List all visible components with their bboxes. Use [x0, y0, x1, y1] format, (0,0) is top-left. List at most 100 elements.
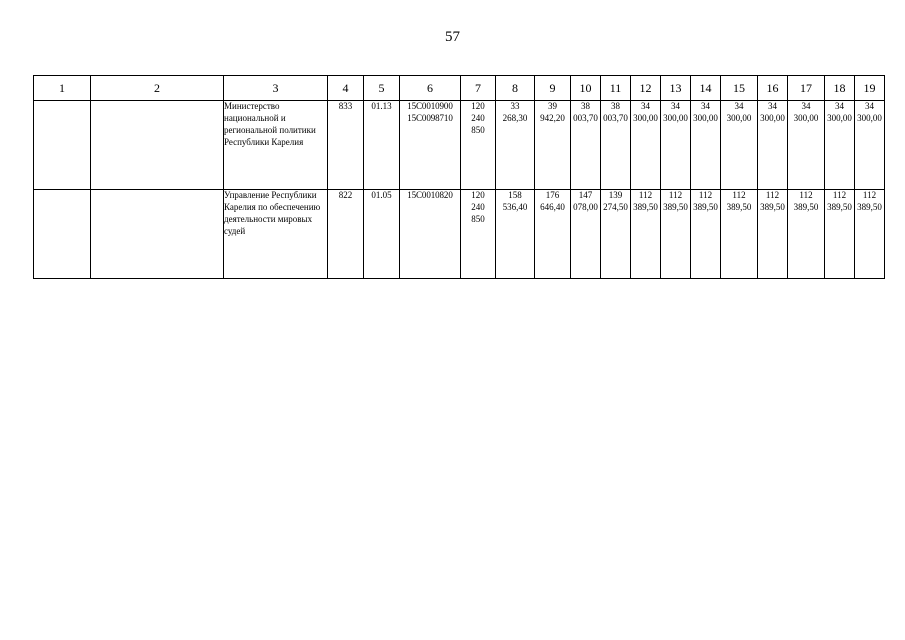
cell-col10-line2: 078,00: [573, 201, 598, 212]
column-header-16: 16: [757, 75, 788, 101]
document-page: 57 1 2 3 4 5 6 7 8 9 10 11 12 13 14 15 1…: [0, 0, 905, 640]
column-header-10: 10: [570, 75, 601, 101]
cell-col19: 34 300,00: [854, 100, 885, 190]
cell-col15: 34 300,00: [720, 100, 758, 190]
cell-col18-line1: 34: [835, 101, 844, 111]
cell-col9-line1: 39: [548, 101, 557, 111]
column-header-11: 11: [600, 75, 631, 101]
cell-col15-line1: 112: [732, 190, 746, 200]
cell-col11: 38 003,70: [600, 100, 631, 190]
table-row: Министерство национальной и региональной…: [33, 100, 885, 190]
cell-col17-line2: 300,00: [793, 112, 819, 123]
cell-col19: 112 389,50: [854, 189, 885, 279]
cell-col14: 34 300,00: [690, 100, 721, 190]
cell-col11-line1: 38: [611, 101, 620, 111]
cell-col7-line2: 240: [471, 201, 485, 212]
cell-col15: 112 389,50: [720, 189, 758, 279]
cell-col8: 33 268,30: [495, 100, 535, 190]
cell-col5: 01.13: [363, 100, 400, 190]
cell-col7-line2: 240: [471, 112, 485, 123]
cell-col13-line1: 34: [671, 101, 680, 111]
cell-organization-name: Управление Республики Карелия по обеспеч…: [223, 189, 328, 279]
cell-col16-line1: 34: [768, 101, 777, 111]
table-header-row: 1 2 3 4 5 6 7 8 9 10 11 12 13 14 15 16 1…: [33, 75, 885, 101]
cell-col4: 833: [327, 100, 364, 190]
cell-organization-name: Министерство национальной и региональной…: [223, 100, 328, 190]
cell-col13-line2: 300,00: [663, 112, 688, 123]
cell-col8-line1: 33: [510, 101, 520, 111]
cell-col12: 112 389,50: [630, 189, 661, 279]
cell-col10: 38 003,70: [570, 100, 601, 190]
column-header-12: 12: [630, 75, 661, 101]
cell-col16-line2: 389,50: [760, 201, 785, 212]
cell-col1: [33, 189, 91, 279]
cell-col9-line2: 942,20: [540, 112, 565, 123]
cell-col15-line2: 389,50: [726, 201, 752, 212]
cell-col7: 120 240 850: [460, 100, 496, 190]
column-header-18: 18: [824, 75, 855, 101]
cell-col19-line1: 112: [862, 190, 877, 200]
cell-col10: 147 078,00: [570, 189, 601, 279]
cell-col17: 112 389,50: [787, 189, 825, 279]
cell-col18-line2: 389,50: [827, 201, 852, 212]
cell-col10-line1: 38: [581, 101, 590, 111]
column-header-9: 9: [534, 75, 571, 101]
cell-col19-line1: 34: [865, 101, 874, 111]
cell-col12: 34 300,00: [630, 100, 661, 190]
cell-col19-line2: 300,00: [857, 112, 882, 123]
cell-col16: 34 300,00: [757, 100, 788, 190]
cell-col7-line1: 120: [471, 190, 485, 200]
cell-col13-line1: 112: [668, 190, 683, 200]
column-header-4: 4: [327, 75, 364, 101]
cell-col14-line2: 389,50: [693, 201, 718, 212]
cell-col4: 822: [327, 189, 364, 279]
cell-col17: 34 300,00: [787, 100, 825, 190]
column-header-17: 17: [787, 75, 825, 101]
budget-table-container: 1 2 3 4 5 6 7 8 9 10 11 12 13 14 15 16 1…: [33, 75, 885, 279]
cell-col18: 112 389,50: [824, 189, 855, 279]
cell-col16-line1: 112: [765, 190, 780, 200]
cell-col11-line2: 003,70: [603, 112, 628, 123]
column-header-13: 13: [660, 75, 691, 101]
column-header-19: 19: [854, 75, 885, 101]
cell-col5: 01.05: [363, 189, 400, 279]
cell-col15-line2: 300,00: [726, 112, 752, 123]
cell-col7-line1: 120: [471, 101, 485, 111]
cell-col18: 34 300,00: [824, 100, 855, 190]
cell-col2: [90, 189, 224, 279]
cell-col17-line2: 389,50: [793, 201, 819, 212]
cell-col14-line1: 34: [701, 101, 710, 111]
cell-col10-line2: 003,70: [573, 112, 598, 123]
cell-col12-line1: 112: [638, 190, 653, 200]
cell-col13-line2: 389,50: [663, 201, 688, 212]
cell-col17-line1: 34: [801, 101, 811, 111]
cell-col13: 112 389,50: [660, 189, 691, 279]
cell-col8-line1: 158: [508, 190, 522, 200]
column-header-5: 5: [363, 75, 400, 101]
cell-col2: [90, 100, 224, 190]
cell-col7: 120 240 850: [460, 189, 496, 279]
budget-table: 1 2 3 4 5 6 7 8 9 10 11 12 13 14 15 16 1…: [33, 75, 885, 279]
column-header-14: 14: [690, 75, 721, 101]
column-header-15: 15: [720, 75, 758, 101]
cell-col14-line2: 300,00: [693, 112, 718, 123]
cell-col11-line2: 274,50: [603, 201, 628, 212]
cell-col16-line2: 300,00: [760, 112, 785, 123]
cell-col1: [33, 100, 91, 190]
cell-col9: 39 942,20: [534, 100, 571, 190]
cell-col11-line1: 139: [608, 190, 623, 200]
cell-col9-line1: 176: [545, 190, 560, 200]
cell-col17-line1: 112: [799, 190, 813, 200]
column-header-2: 2: [90, 75, 224, 101]
cell-col19-line2: 389,50: [857, 201, 882, 212]
cell-col13: 34 300,00: [660, 100, 691, 190]
cell-col8-line2: 268,30: [502, 112, 528, 123]
cell-col6: 15С0010820: [399, 189, 461, 279]
cell-col10-line1: 147: [578, 190, 593, 200]
cell-col14-line1: 112: [698, 190, 713, 200]
table-row: Управление Республики Карелия по обеспеч…: [33, 189, 885, 279]
cell-col9: 176 646,40: [534, 189, 571, 279]
cell-col6: 15С0010900 15С0098710: [399, 100, 461, 190]
column-header-8: 8: [495, 75, 535, 101]
column-header-7: 7: [460, 75, 496, 101]
